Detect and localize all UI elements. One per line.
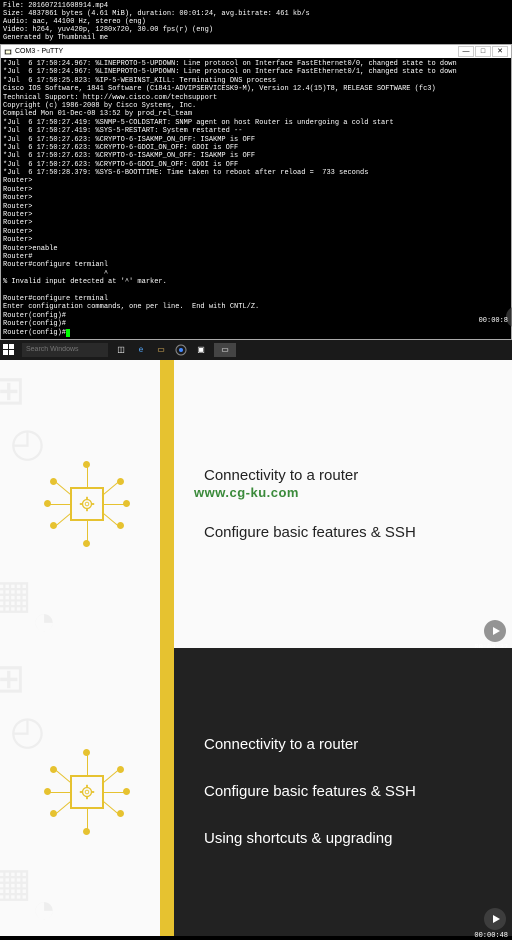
slide-left-panel: ⊞ ◴ ▦ ◔ [0,648,174,936]
slide-right-panel-dark: Connectivity to a router Configure basic… [174,648,512,936]
timecode-3: 00:00:48 [474,932,508,940]
slide1-line1: Connectivity to a router [204,467,512,484]
video-frame-2: ⊞ ◴ ▦ ◔ Connectivity [0,360,512,648]
putty-window: COM3 - PuTTY — □ ✕ *Jul 6 17:50:24.967: … [0,44,512,340]
windows-taskbar[interactable]: ◫ e ▭ ▣ ▭ [0,340,512,360]
timecode-1: 00:00:8 [479,317,508,325]
maximize-button[interactable]: □ [475,46,491,57]
file-info-panel: File: 201607211608914.mp4 Size: 4837861 … [0,0,512,44]
app-icon-1[interactable]: ▣ [194,343,208,357]
folder-icon[interactable]: ▭ [154,343,168,357]
accent-bar [160,360,174,648]
play-button[interactable] [484,620,506,642]
gear-icon [78,495,96,513]
file-size: Size: 4837861 bytes (4.61 MiB), duration… [3,10,509,18]
window-title-bar[interactable]: COM3 - PuTTY — □ ✕ [1,45,511,58]
network-chip-icon [47,752,127,832]
putty-icon[interactable]: ▭ [214,343,236,357]
slide2-line1: Connectivity to a router [204,736,512,753]
search-input[interactable] [22,343,108,357]
chrome-icon[interactable] [174,343,188,357]
start-button[interactable] [2,343,16,357]
accent-bar [160,648,174,936]
app-icon [4,48,12,56]
slide1-line2: Configure basic features & SSH [204,524,512,541]
gear-icon [78,783,96,801]
slide2-line2: Configure basic features & SSH [204,783,512,800]
file-gen: Generated by Thumbnail me [3,34,509,42]
file-name: File: 201607211608914.mp4 [3,2,509,10]
minimize-button[interactable]: — [458,46,474,57]
file-audio: Audio: aac, 44100 Hz, stereo (eng) [3,18,509,26]
slide-left-panel: ⊞ ◴ ▦ ◔ [0,360,174,648]
terminal-output[interactable]: *Jul 6 17:50:24.967: %LINEPROTO-5-UPDOWN… [1,58,511,339]
task-view-icon[interactable]: ◫ [114,343,128,357]
slide2-line3: Using shortcuts & upgrading [204,830,512,847]
network-chip-icon [47,464,127,544]
play-button[interactable] [484,908,506,930]
close-button[interactable]: ✕ [492,46,508,57]
file-video: Video: h264, yuv420p, 1280x720, 30.00 fp… [3,26,509,34]
edge-icon[interactable]: e [134,343,148,357]
window-title: COM3 - PuTTY [15,48,63,55]
slide-right-panel: Connectivity to a router www.cg-ku.com C… [174,360,512,648]
video-frame-3: ⊞ ◴ ▦ ◔ Connectivity to a ro [0,648,512,936]
watermark: www.cg-ku.com [194,485,299,500]
